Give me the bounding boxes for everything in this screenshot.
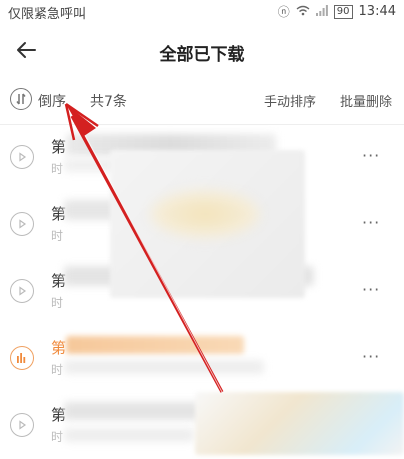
- annotation-arrow-icon: [64, 102, 224, 393]
